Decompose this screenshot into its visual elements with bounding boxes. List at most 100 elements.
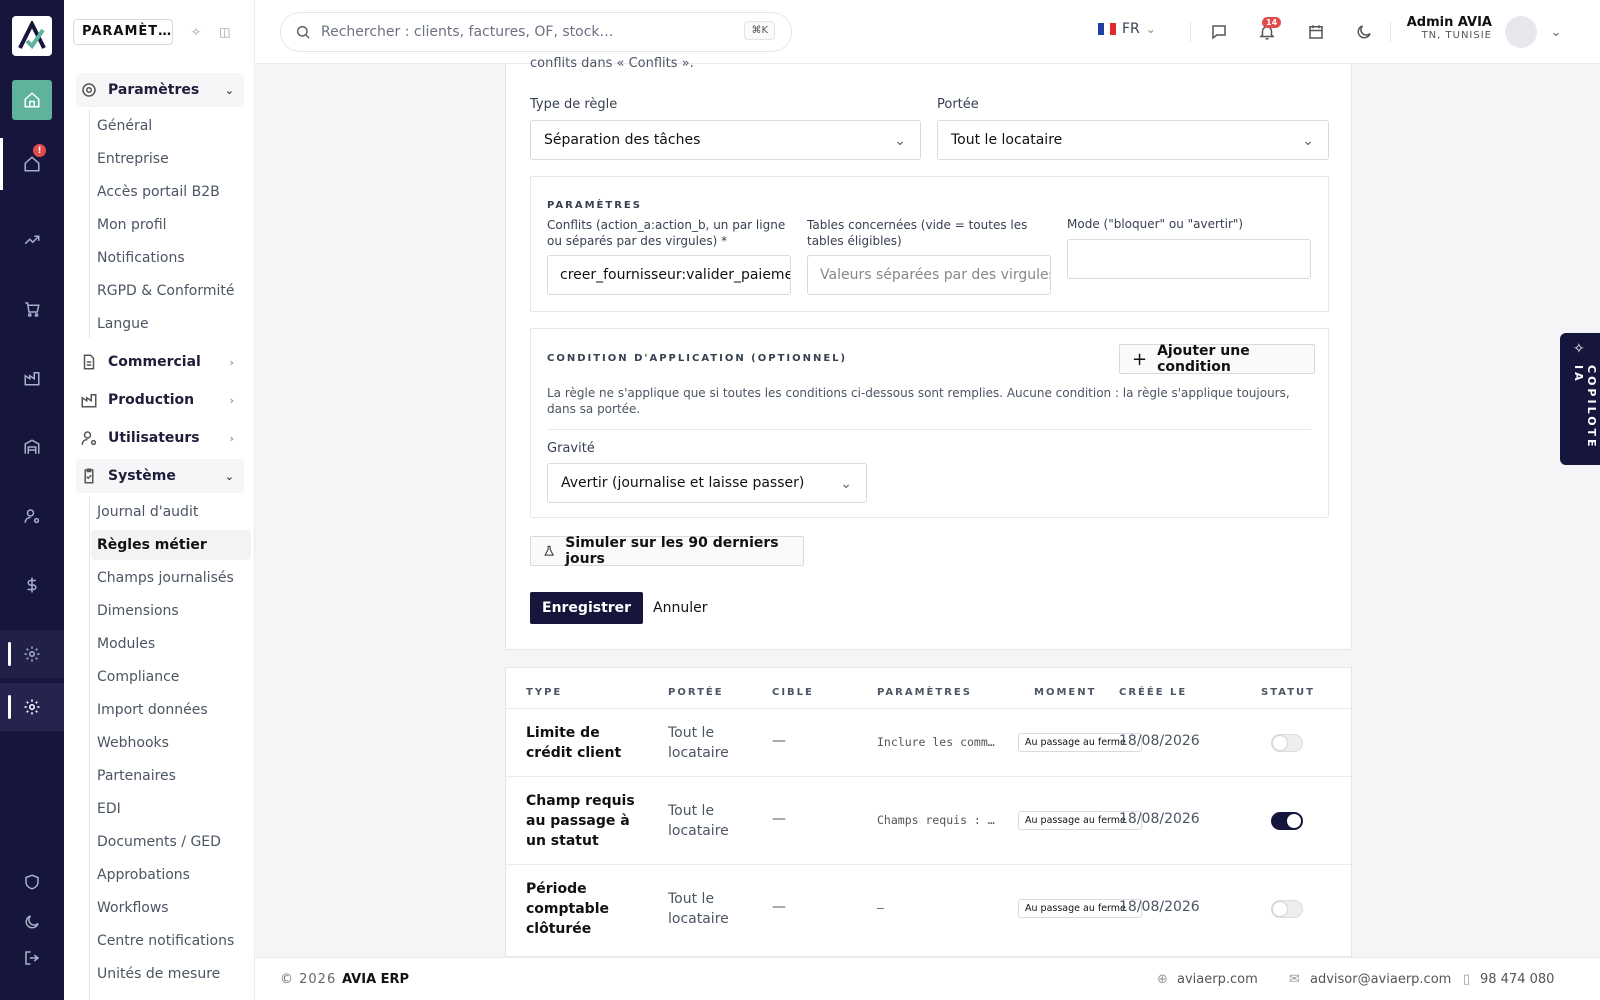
- sidebar-item-entreprise[interactable]: Entreprise: [97, 147, 169, 171]
- footer-site-link[interactable]: aviaerp.com: [1177, 972, 1258, 987]
- sidebar-group-parametres[interactable]: Paramètres ⌄: [76, 73, 244, 107]
- chevron-right-icon: ›: [229, 431, 234, 445]
- chat-icon[interactable]: [1207, 20, 1231, 44]
- col-params: PARAMÈTRES: [877, 687, 972, 698]
- chevron-down-icon: ⌄: [1145, 22, 1156, 36]
- footer-email-link[interactable]: advisor@aviaerp.com: [1310, 972, 1451, 987]
- sidebar-item-unites-mesure[interactable]: Unités de mesure: [97, 962, 220, 986]
- sidebar-item-regles-metier[interactable]: Règles métier: [91, 530, 251, 560]
- cancel-button[interactable]: Annuler: [653, 600, 707, 616]
- cart-icon[interactable]: [0, 285, 64, 333]
- sidebar-item-portail-b2b[interactable]: Accès portail B2B: [97, 180, 220, 204]
- severity-label: Gravité: [547, 441, 595, 456]
- table-row[interactable]: Champ requis au passage à un statut Tout…: [506, 776, 1351, 864]
- calendar-icon[interactable]: [1304, 20, 1328, 44]
- collapse-panel-icon[interactable]: ◫: [219, 25, 230, 39]
- search-input[interactable]: Rechercher : clients, factures, OF, stoc…: [321, 24, 614, 40]
- sidebar-group-utilisateurs[interactable]: Utilisateurs ›: [76, 421, 244, 455]
- col-created: CRÉÉE LE: [1119, 687, 1188, 698]
- sidebar-item-mon-profil[interactable]: Mon profil: [97, 213, 167, 237]
- sidebar-item-documents-ged[interactable]: Documents / GED: [97, 830, 221, 854]
- factory-icon[interactable]: [0, 354, 64, 402]
- copilot-tab[interactable]: ✧ COPILOTE IA: [1560, 333, 1600, 465]
- sidebar-item-general[interactable]: Général: [97, 114, 152, 138]
- sidebar-item-notifications[interactable]: Notifications: [97, 246, 185, 270]
- sidebar-item-workflows[interactable]: Workflows: [97, 896, 169, 920]
- scope-label: Portée: [937, 97, 979, 112]
- logo-icon: [18, 21, 46, 50]
- flask-icon: [544, 545, 555, 556]
- conflicts-label: Conflits (action_a:action_b, un par lign…: [547, 218, 786, 248]
- user-settings-icon[interactable]: [0, 492, 64, 540]
- sidebar-item-rgpd[interactable]: RGPD & Conformité: [97, 279, 234, 303]
- tables-input[interactable]: Valeurs séparées par des virgules: [807, 255, 1051, 295]
- factory-icon: [81, 394, 97, 408]
- parameters-panel: PARAMÈTRES Conflits (action_a:action_b, …: [530, 176, 1329, 312]
- sidebar-item-dimensions[interactable]: Dimensions: [97, 599, 179, 623]
- mail-icon: ✉: [1289, 972, 1300, 987]
- table-row[interactable]: Période comptable clôturée Tout le locat…: [506, 864, 1351, 958]
- sidebar-item-edi[interactable]: EDI: [97, 797, 121, 821]
- sidebar-item-champs-journalises[interactable]: Champs journalisés: [97, 566, 234, 590]
- rule-type-select[interactable]: Séparation des tâches ⌄: [530, 120, 921, 160]
- footer: © 2026 AVIA ERP ⊕ aviaerp.com ✉ advisor@…: [255, 957, 1600, 1000]
- pin-icon[interactable]: ✧: [191, 25, 201, 39]
- simulate-button[interactable]: Simuler sur les 90 derniers jours: [530, 535, 804, 567]
- condition-help: La règle ne s'applique que si toutes les…: [547, 386, 1290, 416]
- avatar[interactable]: [1505, 16, 1537, 48]
- conflicts-input[interactable]: creer_fournisseur:valider_paiement: [547, 255, 791, 295]
- dashboard-icon[interactable]: !: [0, 140, 64, 188]
- user-menu[interactable]: Admin AVIA TN, TUNISIE: [1400, 15, 1492, 41]
- form-help-text: conflits dans « Conflits ».: [530, 56, 694, 70]
- settings-sidebar: PARAMÈT… ✧ ◫ Paramètres ⌄ Général Entrep…: [64, 0, 255, 1000]
- table-row[interactable]: Limite de crédit client Tout le locatair…: [506, 708, 1351, 776]
- system-settings-icon[interactable]: [0, 683, 64, 731]
- language-selector[interactable]: FR ⌄: [1098, 21, 1156, 37]
- sidebar-item-modules[interactable]: Modules: [97, 632, 155, 656]
- global-search[interactable]: Rechercher : clients, factures, OF, stoc…: [280, 12, 792, 52]
- sidebar-item-partenaires[interactable]: Partenaires: [97, 764, 176, 788]
- logout-icon[interactable]: [0, 934, 64, 982]
- gear-icon: [82, 83, 96, 97]
- user-location: TN, TUNISIE: [1421, 30, 1492, 41]
- mode-label: Mode ("bloquer" ou "avertir"): [1067, 217, 1244, 231]
- condition-panel: CONDITION D'APPLICATION (OPTIONNEL) + Aj…: [530, 328, 1329, 518]
- sidebar-item-webhooks[interactable]: Webhooks: [97, 731, 169, 755]
- save-button[interactable]: Enregistrer: [530, 592, 644, 624]
- status-toggle[interactable]: [1271, 812, 1303, 830]
- add-condition-button[interactable]: + Ajouter une condition: [1119, 343, 1315, 375]
- footer-copyright: © 2026: [280, 972, 337, 987]
- status-toggle[interactable]: [1271, 734, 1303, 752]
- settings-icon[interactable]: [0, 630, 64, 678]
- sidebar-item-import-donnees[interactable]: Import données: [97, 698, 208, 722]
- nav-rail: !: [0, 0, 64, 1000]
- user-name: Admin AVIA: [1406, 15, 1492, 30]
- sidebar-group-systeme[interactable]: Système ⌄: [76, 459, 244, 493]
- status-toggle[interactable]: [1271, 900, 1303, 918]
- chevron-down-icon: ⌄: [840, 476, 852, 492]
- chevron-down-icon[interactable]: ⌄: [1544, 20, 1568, 44]
- scope-select[interactable]: Tout le locataire ⌄: [937, 120, 1329, 160]
- trend-icon[interactable]: [0, 216, 64, 264]
- sidebar-item-compliance[interactable]: Compliance: [97, 665, 179, 689]
- condition-title: CONDITION D'APPLICATION (OPTIONNEL): [547, 353, 848, 364]
- warehouse-icon[interactable]: [0, 423, 64, 471]
- user-settings-icon: [81, 431, 97, 446]
- sidebar-item-approbations[interactable]: Approbations: [97, 863, 190, 887]
- sidebar-group-production[interactable]: Production ›: [76, 383, 244, 417]
- sidebar-item-langue[interactable]: Langue: [97, 312, 149, 336]
- sidebar-item-centre-notifications[interactable]: Centre notifications: [97, 929, 234, 953]
- mode-input[interactable]: [1067, 239, 1311, 279]
- dollar-icon[interactable]: [0, 561, 64, 609]
- sidebar-item-journal-audit[interactable]: Journal d'audit: [97, 500, 198, 524]
- footer-phone[interactable]: 98 474 080: [1480, 972, 1554, 987]
- app-logo[interactable]: [12, 16, 52, 56]
- sidebar-section-title: PARAMÈT…: [73, 19, 173, 45]
- dark-mode-icon[interactable]: [1352, 20, 1376, 44]
- clipboard-check-icon: [84, 468, 94, 484]
- severity-select[interactable]: Avertir (journalise et laisse passer) ⌄: [547, 463, 867, 503]
- home-icon[interactable]: [12, 80, 52, 120]
- search-shortcut: ⌘K: [744, 21, 775, 40]
- chevron-right-icon: ›: [229, 393, 234, 407]
- sidebar-group-commercial[interactable]: Commercial ›: [76, 345, 244, 379]
